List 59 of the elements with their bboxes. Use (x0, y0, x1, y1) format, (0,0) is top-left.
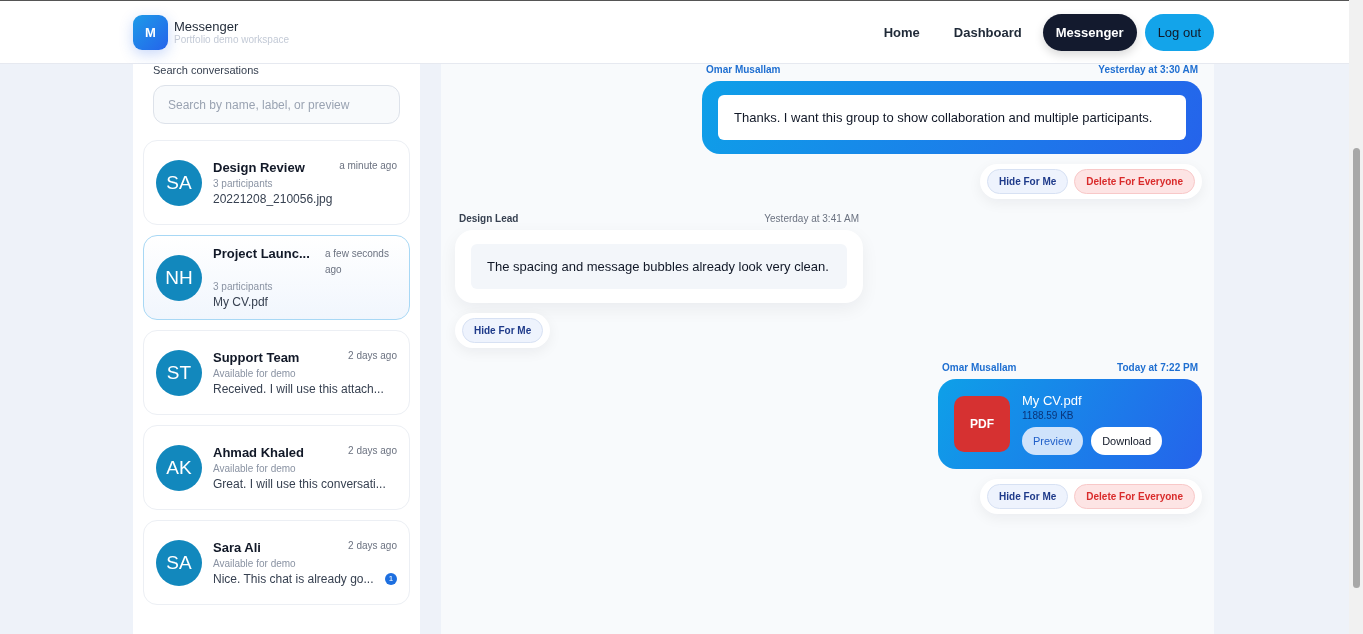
conversation-item[interactable]: NH Project Launc... a few seconds ago 3 participants My CV.pdf (143, 235, 410, 320)
file-size: 1188.59 KB (1022, 410, 1075, 421)
file-name: My CV.pdf (1022, 393, 1083, 408)
search-label: Search conversations (153, 64, 260, 77)
conversation-time: 2 days ago (347, 444, 397, 456)
conversation-name: Design Review (213, 159, 305, 175)
hide-for-me-button[interactable]: Hide For Me (462, 318, 544, 343)
conversation-preview: Received. I will use this attach... (213, 381, 384, 396)
conversation-time: a few seconds ago (325, 247, 390, 277)
unread-badge: 1 (385, 572, 397, 585)
scrollbar[interactable] (1349, 0, 1363, 634)
conversation-preview: 20221208_210056.jpg (213, 191, 333, 206)
conversation-item[interactable]: AK Ahmad Khaled 2 days ago Available for demo Great. I will use this conversati... (143, 425, 410, 510)
message-time: Yesterday at 3:41 AM (764, 213, 859, 224)
avatar: SA (156, 539, 202, 586)
hide-for-me-button[interactable]: Hide For Me (987, 169, 1069, 194)
conversation-preview: Nice. This chat is already go... (213, 571, 374, 586)
conversation-name: Project Launc... (213, 246, 310, 261)
hide-for-me-button[interactable]: Hide For Me (987, 484, 1069, 509)
avatar: SA (156, 159, 202, 206)
nav-link[interactable]: Home (870, 13, 933, 51)
conversation-item[interactable]: ST Support Team 2 days ago Available for demo Received. I will use this attach... (143, 330, 410, 415)
avatar: ST (156, 349, 202, 396)
delete-for-everyone-button[interactable]: Delete For Everyone (1074, 169, 1195, 194)
app-title: Messenger (174, 19, 240, 34)
conversation-name: Ahmad Khaled (213, 444, 304, 460)
sender-name: Design Lead (459, 213, 519, 224)
search-field[interactable]: Search by name, label, or preview (153, 85, 400, 124)
avatar: NH (156, 254, 202, 301)
sender-name: Omar Musallam (706, 64, 781, 75)
conversation-time: 2 days ago (347, 539, 397, 551)
conversation-item[interactable]: SA Sara Ali 2 days ago Available for demo Nice. This chat is already go... 1 (143, 520, 410, 605)
conversation-subtitle: 3 participants (213, 177, 274, 189)
sender-name: Omar Musallam (942, 362, 1017, 373)
message-text: The spacing and message bubbles already look very clean. (471, 244, 847, 289)
nav-link[interactable]: Dashboard (940, 13, 1035, 51)
conversation-preview: My CV.pdf (213, 295, 268, 309)
conversation-time: 2 days ago (347, 349, 397, 361)
message-text: Thanks. I want this group to show collaboration and multiple participants. (718, 95, 1186, 140)
logout-button[interactable]: Log out (1144, 13, 1214, 51)
avatar: AK (156, 444, 202, 491)
message-time: Yesterday at 3:30 AM (1098, 64, 1198, 75)
message-time: Today at 7:22 PM (1117, 362, 1198, 373)
conversation-subtitle: Available for demo (213, 462, 297, 474)
download-button[interactable]: Download (1091, 427, 1163, 455)
pdf-file-icon: PDF (954, 396, 1010, 452)
conversation-subtitle: Available for demo (213, 367, 297, 379)
logo: M (133, 14, 168, 50)
preview-button[interactable]: Preview (1022, 427, 1084, 455)
app-subtitle: Portfolio demo workspace (174, 34, 290, 45)
conversation-subtitle: Available for demo (213, 557, 297, 569)
conversation-time: a minute ago (338, 159, 397, 171)
conversation-item[interactable]: SA Design Review a minute ago 3 participants 20221208_210056.jpg (143, 140, 410, 225)
conversation-name: Sara Ali (213, 539, 261, 555)
conversation-preview: Great. I will use this conversati... (213, 476, 386, 491)
conversation-name: Support Team (213, 349, 300, 365)
nav-link[interactable]: Messenger (1042, 13, 1137, 51)
conversation-subtitle: 3 participants (213, 281, 274, 292)
delete-for-everyone-button[interactable]: Delete For Everyone (1074, 484, 1195, 509)
